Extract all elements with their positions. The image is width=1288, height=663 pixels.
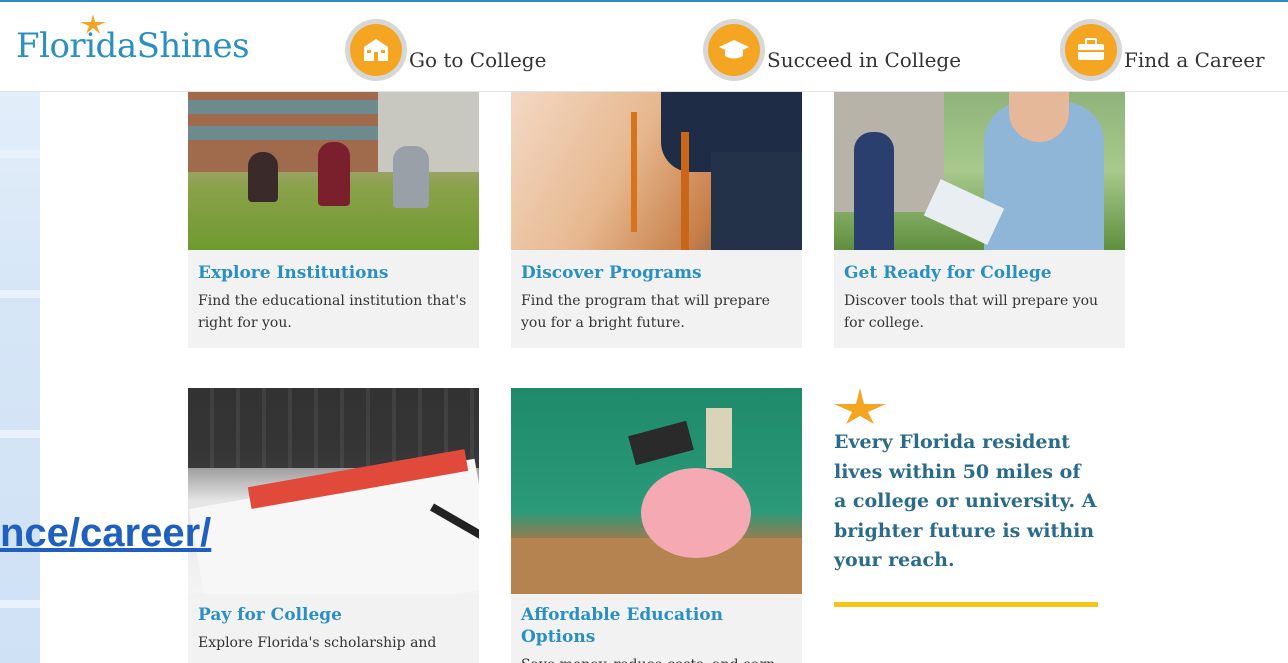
- card-body: Affordable Education Options Save money,…: [511, 594, 802, 663]
- card-explore-institutions[interactable]: Explore Institutions Find the educationa…: [188, 92, 479, 348]
- sun-star-icon: [834, 388, 886, 424]
- scholarship-application-photo: [188, 388, 479, 594]
- card-description: Explore Florida's scholarship and: [198, 635, 437, 651]
- card-title[interactable]: Discover Programs: [521, 250, 792, 284]
- nav-succeed-in-college[interactable]: Succeed in College: [703, 19, 962, 81]
- card-title[interactable]: Get Ready for College: [844, 250, 1115, 284]
- card-description: Find the educational institution that's …: [198, 293, 467, 331]
- card-description: Save money, reduce costs, and earn: [521, 654, 792, 663]
- site-logo[interactable]: FloridaShines: [16, 26, 250, 66]
- card-discover-programs[interactable]: Discover Programs Find the program that …: [511, 92, 802, 348]
- piggy-bank-photo: [511, 388, 802, 594]
- nav-label: Succeed in College: [767, 48, 962, 72]
- card-body: Get Ready for College Discover tools tha…: [834, 250, 1125, 348]
- card-title[interactable]: Pay for College: [198, 594, 469, 626]
- card-get-ready-for-college[interactable]: Get Ready for College Discover tools tha…: [834, 92, 1125, 348]
- nav-go-to-college[interactable]: Go to College: [345, 19, 547, 81]
- card-description: Find the program that will prepare you f…: [521, 293, 770, 331]
- site-header: FloridaShines Go to College Succeed in C…: [0, 0, 1288, 92]
- nav-label: Go to College: [409, 48, 547, 72]
- card-description: Discover tools that will prepare you for…: [844, 293, 1099, 331]
- card-body: Discover Programs Find the program that …: [511, 250, 802, 348]
- card-body: Explore Institutions Find the educationa…: [188, 250, 479, 348]
- card-title[interactable]: Explore Institutions: [198, 250, 469, 284]
- briefcase-icon: [1060, 19, 1122, 81]
- card-affordable-education-options[interactable]: Affordable Education Options Save money,…: [511, 388, 802, 663]
- school-building-icon: [345, 19, 407, 81]
- card-pay-for-college[interactable]: Pay for College Explore Florida's schola…: [188, 388, 479, 663]
- promo-text: Every Florida resident lives within 50 m…: [834, 431, 1097, 571]
- card-body: Pay for College Explore Florida's schola…: [188, 594, 479, 663]
- graduation-cap-tassel-photo: [511, 92, 802, 250]
- nav-label: Find a Career: [1124, 48, 1265, 72]
- students-on-lawn-photo: [188, 92, 479, 250]
- nav-find-a-career[interactable]: Find a Career: [1060, 19, 1265, 81]
- card-title[interactable]: Affordable Education Options: [521, 594, 792, 648]
- promo-divider: [834, 601, 1098, 607]
- promo-block: Every Florida resident lives within 50 m…: [834, 388, 1098, 607]
- student-with-paper-photo: [834, 92, 1125, 250]
- career-url-link[interactable]: nce/career/: [0, 511, 211, 573]
- graduation-cap-icon: [703, 19, 765, 81]
